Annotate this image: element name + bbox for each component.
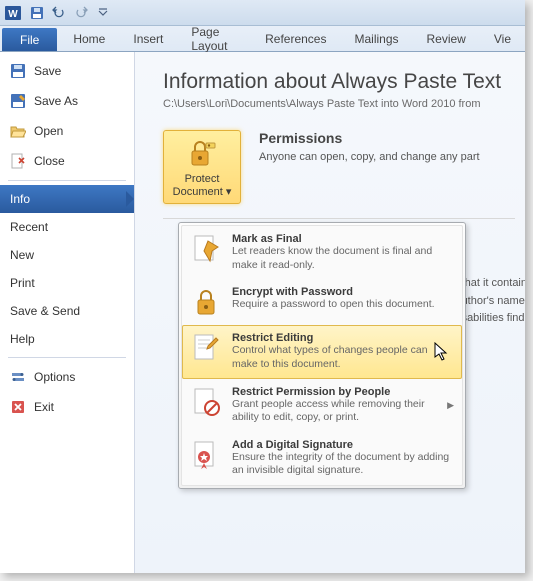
protect-document-button[interactable]: Protect Document ▾ (163, 130, 241, 204)
restrict-people-icon (190, 386, 222, 418)
save-as-icon (10, 93, 26, 109)
menu-title: Add a Digital Signature (232, 439, 454, 451)
sidebar-label: Save & Send (10, 304, 80, 318)
menu-title: Mark as Final (232, 233, 454, 245)
sidebar-item-info[interactable]: Info (0, 185, 134, 213)
sidebar-item-recent[interactable]: Recent (0, 213, 134, 241)
sidebar-item-help[interactable]: Help (0, 325, 134, 353)
sidebar-item-options[interactable]: Options (0, 362, 134, 392)
menu-item-encrypt[interactable]: Encrypt with PasswordRequire a password … (182, 279, 462, 325)
qat-undo-button[interactable] (49, 3, 69, 23)
lock-icon (190, 286, 222, 318)
sidebar-label: Open (34, 124, 63, 138)
ribbon-tabs: File Home Insert Page Layout References … (0, 26, 525, 52)
word-app-icon: W (4, 4, 22, 22)
menu-item-mark-as-final[interactable]: Mark as FinalLet readers know the docume… (182, 226, 462, 279)
menu-desc: Grant people access while removing their… (232, 398, 437, 425)
sidebar-label: Recent (10, 220, 48, 234)
sidebar-label: Exit (34, 400, 54, 414)
sidebar-label: Info (10, 192, 30, 206)
bg-text: that it containuthor's namesabilities fi… (462, 275, 525, 328)
menu-desc: Ensure the integrity of the document by … (232, 451, 454, 478)
qat-save-button[interactable] (27, 3, 47, 23)
menu-desc: Let readers know the document is final a… (232, 245, 454, 272)
tab-insert[interactable]: Insert (119, 26, 177, 51)
tab-review[interactable]: Review (413, 26, 480, 51)
sidebar-label: Close (34, 154, 65, 168)
sidebar-item-open[interactable]: Open (0, 116, 134, 146)
permissions-text: Anyone can open, copy, and change any pa… (259, 150, 515, 165)
menu-item-digital-signature[interactable]: Add a Digital SignatureEnsure the integr… (182, 432, 462, 485)
sidebar-item-exit[interactable]: Exit (0, 392, 134, 422)
menu-title: Encrypt with Password (232, 286, 454, 298)
sidebar-label: Print (10, 276, 35, 290)
sidebar-label: Options (34, 370, 75, 384)
sidebar-label: Save (34, 64, 61, 78)
sidebar-label: Help (10, 332, 35, 346)
tab-view[interactable]: Vie (480, 26, 525, 51)
tab-mailings[interactable]: Mailings (340, 26, 412, 51)
menu-desc: Control what types of changes people can… (232, 344, 454, 371)
sidebar-item-print[interactable]: Print (0, 269, 134, 297)
permissions-title: Permissions (259, 130, 515, 146)
sidebar-label: New (10, 248, 34, 262)
exit-icon (10, 399, 26, 415)
svg-text:W: W (8, 9, 18, 20)
sidebar-label: Save As (34, 94, 78, 108)
restrict-editing-icon (190, 332, 222, 364)
tab-home[interactable]: Home (59, 26, 119, 51)
title-bar: W (0, 0, 525, 26)
sidebar-item-save[interactable]: Save (0, 56, 134, 86)
mark-final-icon (190, 233, 222, 265)
menu-title: Restrict Permission by People (232, 386, 437, 398)
sidebar-item-save-as[interactable]: Save As (0, 86, 134, 116)
menu-item-restrict-people[interactable]: Restrict Permission by PeopleGrant peopl… (182, 379, 462, 432)
backstage-sidebar: Save Save As Open Close Info Recent New … (0, 52, 135, 573)
menu-desc: Require a password to open this document… (232, 298, 454, 312)
close-icon (10, 153, 26, 169)
sidebar-item-save-send[interactable]: Save & Send (0, 297, 134, 325)
tab-page-layout[interactable]: Page Layout (177, 26, 251, 51)
lock-shield-icon (186, 137, 218, 169)
tab-file[interactable]: File (2, 28, 57, 51)
open-icon (10, 123, 26, 139)
permissions-section: Protect Document ▾ Permissions Anyone ca… (163, 130, 515, 219)
sidebar-item-new[interactable]: New (0, 241, 134, 269)
menu-title: Restrict Editing (232, 332, 454, 344)
options-icon (10, 369, 26, 385)
document-path: C:\Users\Lori\Documents\Always Paste Tex… (163, 98, 515, 110)
signature-icon (190, 439, 222, 471)
submenu-arrow-icon: ▶ (447, 400, 454, 411)
qat-redo-button[interactable] (71, 3, 91, 23)
menu-item-restrict-editing[interactable]: Restrict EditingControl what types of ch… (182, 325, 462, 378)
tab-references[interactable]: References (251, 26, 340, 51)
mouse-cursor-icon (434, 342, 450, 362)
qat-customize-dropdown[interactable] (93, 3, 113, 23)
page-title: Information about Always Paste Text (163, 70, 515, 94)
sidebar-item-close[interactable]: Close (0, 146, 134, 176)
button-label: Protect Document ▾ (168, 173, 236, 198)
protect-document-menu: Mark as FinalLet readers know the docume… (178, 222, 466, 489)
save-icon (10, 63, 26, 79)
